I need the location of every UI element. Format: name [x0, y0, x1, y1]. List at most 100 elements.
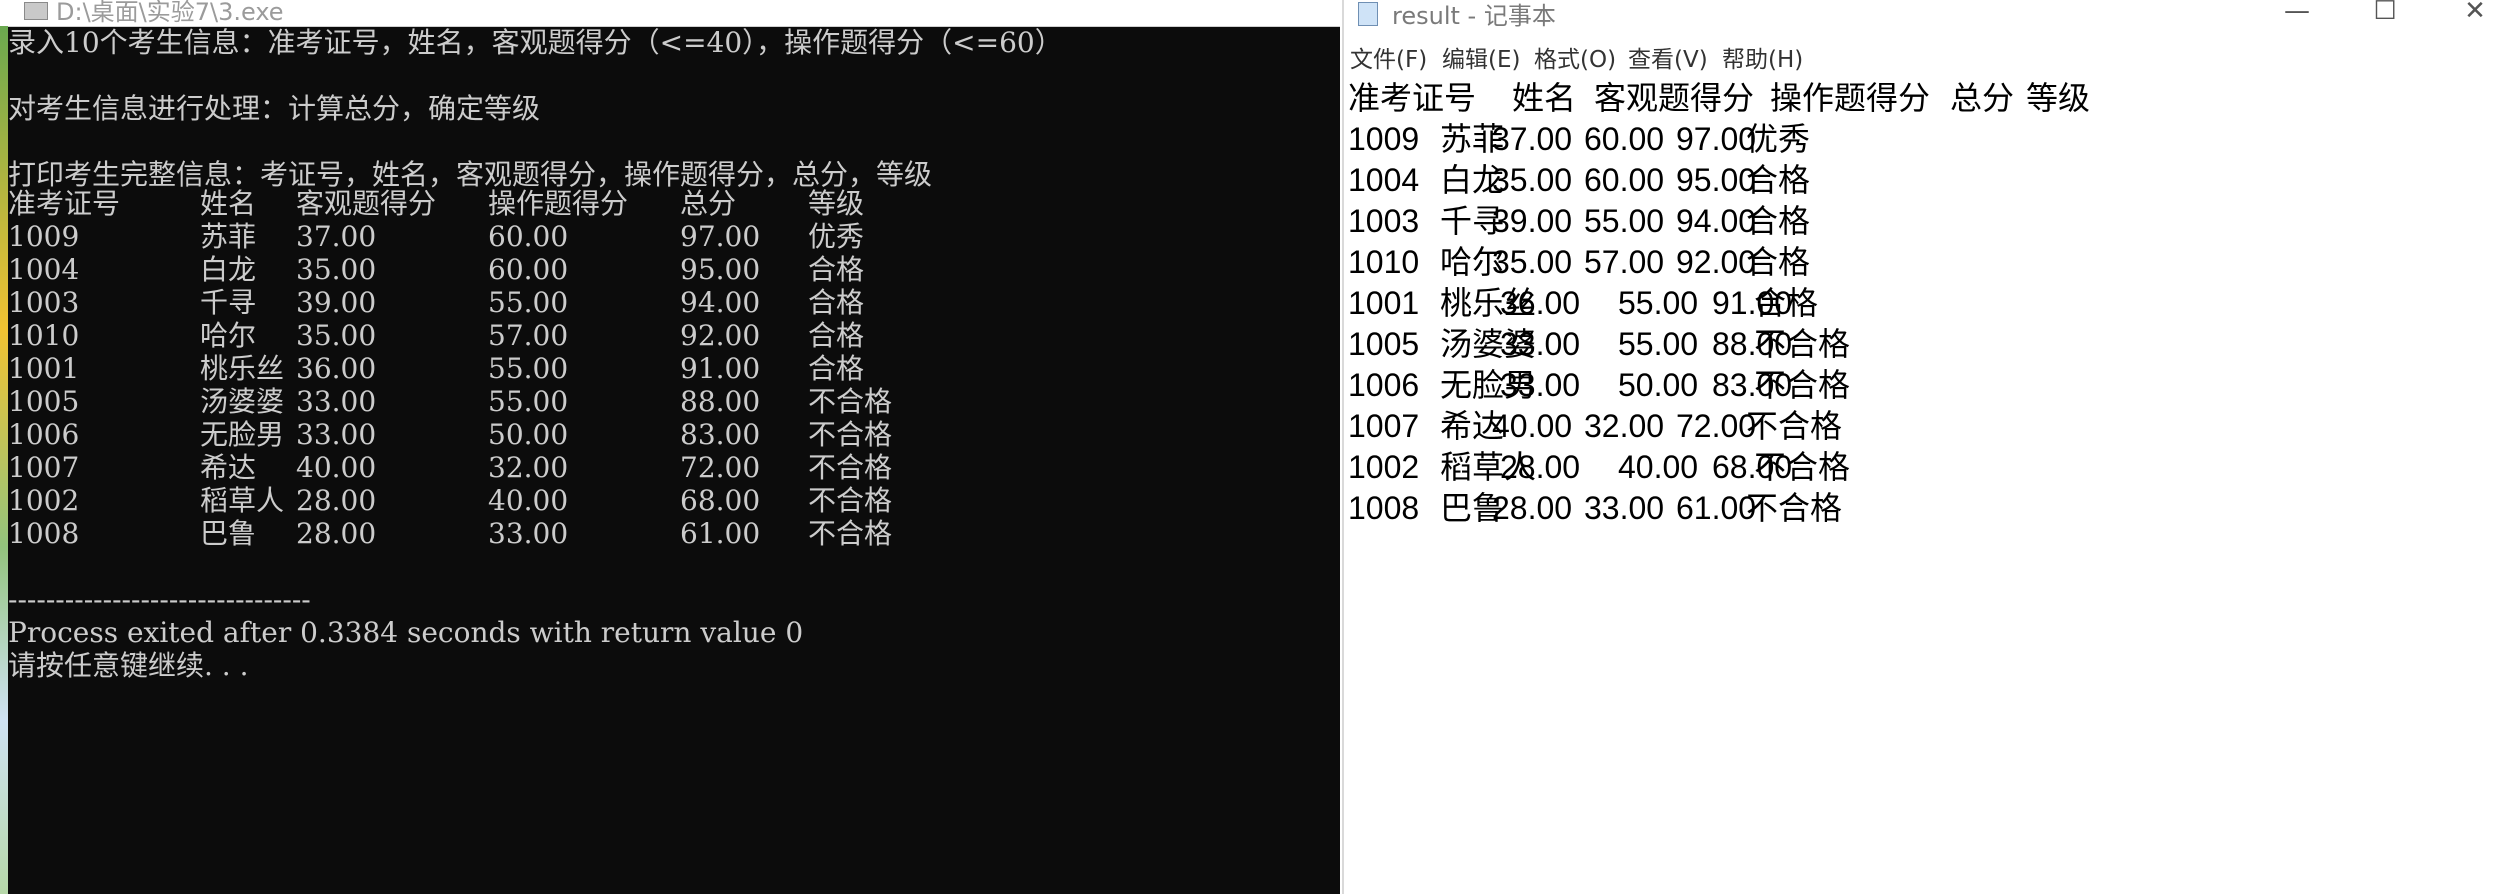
- text-line: 1004 白龙 35.00 60.00 95.00 合格: [1348, 160, 2498, 201]
- console-rows: 1009 苏菲 37.00 60.00 97.00 优秀 1004 白龙 35.00 60.00 9…: [8, 220, 1340, 550]
- text-cell: 55.00: [1584, 203, 1665, 239]
- text-cell: 1001: [1348, 285, 1420, 321]
- table-cell: 40.00: [488, 484, 569, 517]
- table-cell: 55.00: [488, 286, 569, 319]
- table-cell: 39.00: [296, 286, 377, 319]
- table-cell: 千寻: [200, 286, 257, 319]
- table-cell: 60.00: [488, 220, 569, 253]
- table-row: 1009 苏菲 37.00 60.00 97.00 优秀: [8, 220, 1340, 253]
- text-cell: 57.00: [1584, 244, 1665, 280]
- table-cell: 1010: [8, 319, 80, 352]
- text-cell: 35.00: [1492, 244, 1573, 280]
- text-cell: 合格: [1746, 203, 1811, 239]
- text-cell: 合格: [1754, 285, 1819, 321]
- menu-file[interactable]: 文件(F): [1350, 40, 1427, 74]
- text-cell: 不合格: [1754, 367, 1851, 403]
- table-cell: 50.00: [488, 418, 569, 451]
- table-cell: 1009: [8, 220, 80, 253]
- text-cell: 50.00: [1618, 367, 1699, 403]
- console-titlebar[interactable]: D:\桌面\实验7\3.exe: [0, 0, 1340, 27]
- table-row: 1005 汤婆婆 33.00 55.00 88.00 不合格: [8, 385, 1340, 418]
- table-cell: 28.00: [296, 517, 377, 550]
- text-cell: 1010: [1348, 244, 1420, 280]
- table-row: 1008 巴鲁 28.00 33.00 61.00 不合格: [8, 517, 1340, 550]
- table-row: 1006 无脸男 33.00 50.00 83.00 不合格: [8, 418, 1340, 451]
- notepad-menubar: 文件(F) 编辑(E) 格式(O) 查看(V) 帮助(H): [1344, 40, 2498, 76]
- table-cell: 1002: [8, 484, 80, 517]
- menu-edit[interactable]: 编辑(E): [1442, 40, 1520, 74]
- menu-view[interactable]: 查看(V): [1628, 40, 1708, 74]
- text-cell: 32.00: [1584, 408, 1665, 444]
- text-cell: 35.00: [1492, 162, 1573, 198]
- table-cell: 32.00: [488, 451, 569, 484]
- table-cell: 哈尔: [200, 319, 257, 352]
- desktop-background-strip: [0, 26, 8, 894]
- console-output[interactable]: 录入10个考生信息：准考证号，姓名，客观题得分（<=40），操作题得分（<=60…: [8, 26, 1340, 894]
- table-cell: 37.00: [296, 220, 377, 253]
- table-cell: 桃乐丝: [200, 352, 285, 385]
- text-cell: 1009: [1348, 121, 1420, 157]
- text-line: 1001 桃乐丝 36.00 55.00 91.00 合格: [1348, 283, 2498, 324]
- text-cell: 94.00: [1676, 203, 1757, 239]
- table-row: 1001 桃乐丝 36.00 55.00 91.00 合格: [8, 352, 1340, 385]
- table-cell: 优秀: [808, 220, 865, 253]
- text-cell: 33.00: [1500, 326, 1581, 362]
- text-cell: 合格: [1746, 244, 1811, 280]
- table-row: 1007 希达 40.00 32.00 72.00 不合格: [8, 451, 1340, 484]
- text-cell: 不合格: [1754, 449, 1851, 485]
- text-cell: 33.00: [1584, 490, 1665, 526]
- console-title: D:\桌面\实验7\3.exe: [56, 0, 284, 26]
- table-cell: 95.00: [680, 253, 761, 286]
- table-cell: 35.00: [296, 319, 377, 352]
- table-cell: 92.00: [680, 319, 761, 352]
- maximize-button[interactable]: ☐: [2362, 0, 2408, 26]
- table-cell: 55.00: [488, 352, 569, 385]
- table-row: 1004 白龙 35.00 60.00 95.00 合格: [8, 253, 1340, 286]
- table-cell: 不合格: [808, 418, 893, 451]
- console-app-icon: [24, 2, 48, 20]
- table-cell: 33.00: [296, 418, 377, 451]
- text-cell: 40.00: [1618, 449, 1699, 485]
- text-cell: 95.00: [1676, 162, 1757, 198]
- console-press-any-key: 请按任意键继续. . .: [8, 649, 249, 682]
- text-cell: 合格: [1746, 162, 1811, 198]
- table-cell: 72.00: [680, 451, 761, 484]
- text-cell: 55.00: [1618, 326, 1699, 362]
- text-line: 1003 千寻 39.00 55.00 94.00 合格: [1348, 201, 2498, 242]
- console-window[interactable]: D:\桌面\实验7\3.exe 录入10个考生信息：准考证号，姓名，客观题得分（…: [0, 0, 1340, 894]
- table-cell: 97.00: [680, 220, 761, 253]
- table-cell: 汤婆婆: [200, 385, 285, 418]
- header-cell: 姓名: [1512, 80, 1577, 116]
- table-cell: 无脸男: [200, 418, 285, 451]
- header-cell: 总分: [680, 187, 737, 220]
- text-cell: 不合格: [1746, 490, 1843, 526]
- header-cell: 等级: [808, 187, 865, 220]
- notepad-titlebar[interactable]: result - 记事本 — ☐ ✕: [1344, 0, 2498, 30]
- text-cell: 不合格: [1754, 326, 1851, 362]
- notepad-header-line: 准考证号 姓名 客观题得分 操作题得分 总分 等级: [1348, 78, 2498, 119]
- table-cell: 40.00: [296, 451, 377, 484]
- table-cell: 1001: [8, 352, 80, 385]
- menu-format[interactable]: 格式(O): [1534, 40, 1616, 74]
- menu-help[interactable]: 帮助(H): [1722, 40, 1803, 74]
- table-cell: 68.00: [680, 484, 761, 517]
- header-cell: 准考证号: [1348, 80, 1477, 116]
- text-line: 1007 希达 40.00 32.00 72.00 不合格: [1348, 406, 2498, 447]
- text-cell: 28.00: [1500, 449, 1581, 485]
- notepad-title: result - 记事本: [1392, 2, 1556, 30]
- table-cell: 苏菲: [200, 220, 257, 253]
- table-cell: 白龙: [200, 253, 257, 286]
- table-cell: 61.00: [680, 517, 761, 550]
- table-cell: 83.00: [680, 418, 761, 451]
- notepad-window[interactable]: result - 记事本 — ☐ ✕ 文件(F) 编辑(E) 格式(O) 查看(…: [1342, 0, 2498, 894]
- minimize-button[interactable]: —: [2274, 0, 2320, 26]
- table-cell: 合格: [808, 253, 865, 286]
- close-button[interactable]: ✕: [2452, 0, 2498, 26]
- console-line: 录入10个考生信息：准考证号，姓名，客观题得分（<=40），操作题得分（<=60…: [8, 26, 1063, 59]
- text-line: 1009 苏菲 37.00 60.00 97.00 优秀: [1348, 119, 2498, 160]
- text-cell: 60.00: [1584, 162, 1665, 198]
- table-cell: 合格: [808, 319, 865, 352]
- notepad-text-area[interactable]: 准考证号 姓名 客观题得分 操作题得分 总分 等级 1009 苏菲 37.00 60.…: [1348, 78, 2498, 894]
